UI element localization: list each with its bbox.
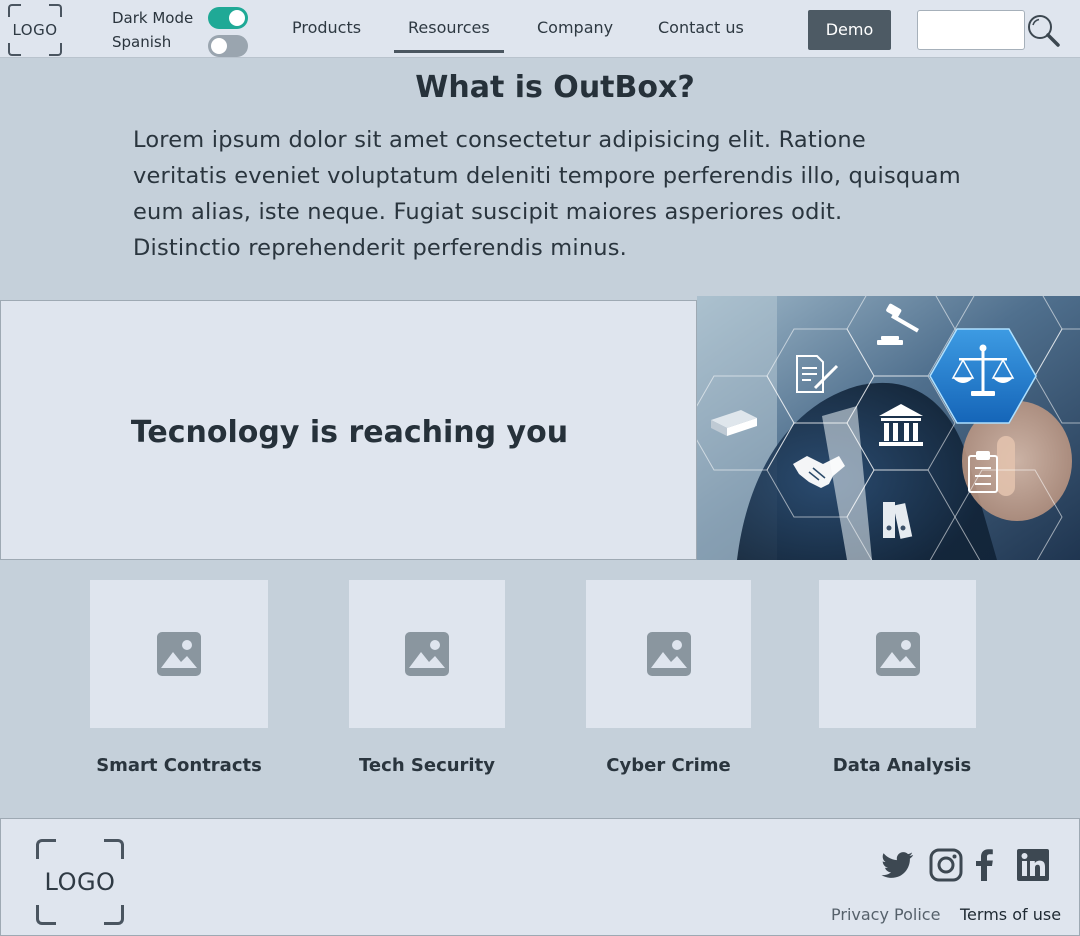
smart-contracts-label[interactable]: Smart Contracts [90,755,268,776]
facebook-icon[interactable] [967,847,1003,883]
banner-headline: Tecnology is reaching you [130,415,569,450]
tech-security-image[interactable] [349,580,505,728]
dark-mode-toggle[interactable] [208,7,248,29]
header-logo-text: LOGO [12,21,58,39]
privacy-policy-link[interactable]: Privacy Police [831,905,940,924]
image-placeholder-icon [875,632,920,676]
instagram-icon[interactable] [928,847,964,883]
search-icon[interactable] [1026,13,1060,47]
smart-contracts-image[interactable] [90,580,268,728]
cyber-crime-image[interactable] [586,580,751,728]
hero-description: Lorem ipsum dolor sit amet consectetur a… [133,127,961,261]
dark-mode-label: Dark Mode [112,9,194,27]
nav-company[interactable]: Company [537,18,613,37]
hero-title: What is OutBox? [415,70,695,105]
twitter-icon[interactable] [879,847,915,883]
data-analysis-image[interactable] [819,580,976,728]
image-placeholder-icon [405,632,449,676]
nav-active-indicator [394,50,504,53]
footer: LOGO Privacy Police Terms of use [0,818,1080,936]
terms-of-use-link[interactable]: Terms of use [960,905,1061,924]
footer-logo[interactable]: LOGO [36,839,124,925]
cyber-crime-label[interactable]: Cyber Crime [586,755,751,776]
spanish-toggle[interactable] [208,35,248,57]
tech-security-label[interactable]: Tech Security [349,755,505,776]
header-logo[interactable]: LOGO [8,4,62,56]
demo-button[interactable]: Demo [808,10,891,50]
top-navigation-bar: LOGO Dark Mode Spanish Products Resource… [0,0,1080,58]
nav-resources[interactable]: Resources [408,18,490,37]
search-input[interactable] [917,10,1025,50]
image-placeholder-icon [646,632,691,676]
nav-contact-us[interactable]: Contact us [658,18,744,37]
banner-panel: Tecnology is reaching you [0,300,697,560]
linkedin-icon[interactable] [1015,847,1051,883]
footer-logo-text: LOGO [44,868,116,896]
nav-products[interactable]: Products [292,18,361,37]
spanish-label: Spanish [112,33,172,51]
legal-technology-photo [697,296,1080,560]
image-placeholder-icon [157,632,201,676]
data-analysis-label[interactable]: Data Analysis [812,755,992,776]
